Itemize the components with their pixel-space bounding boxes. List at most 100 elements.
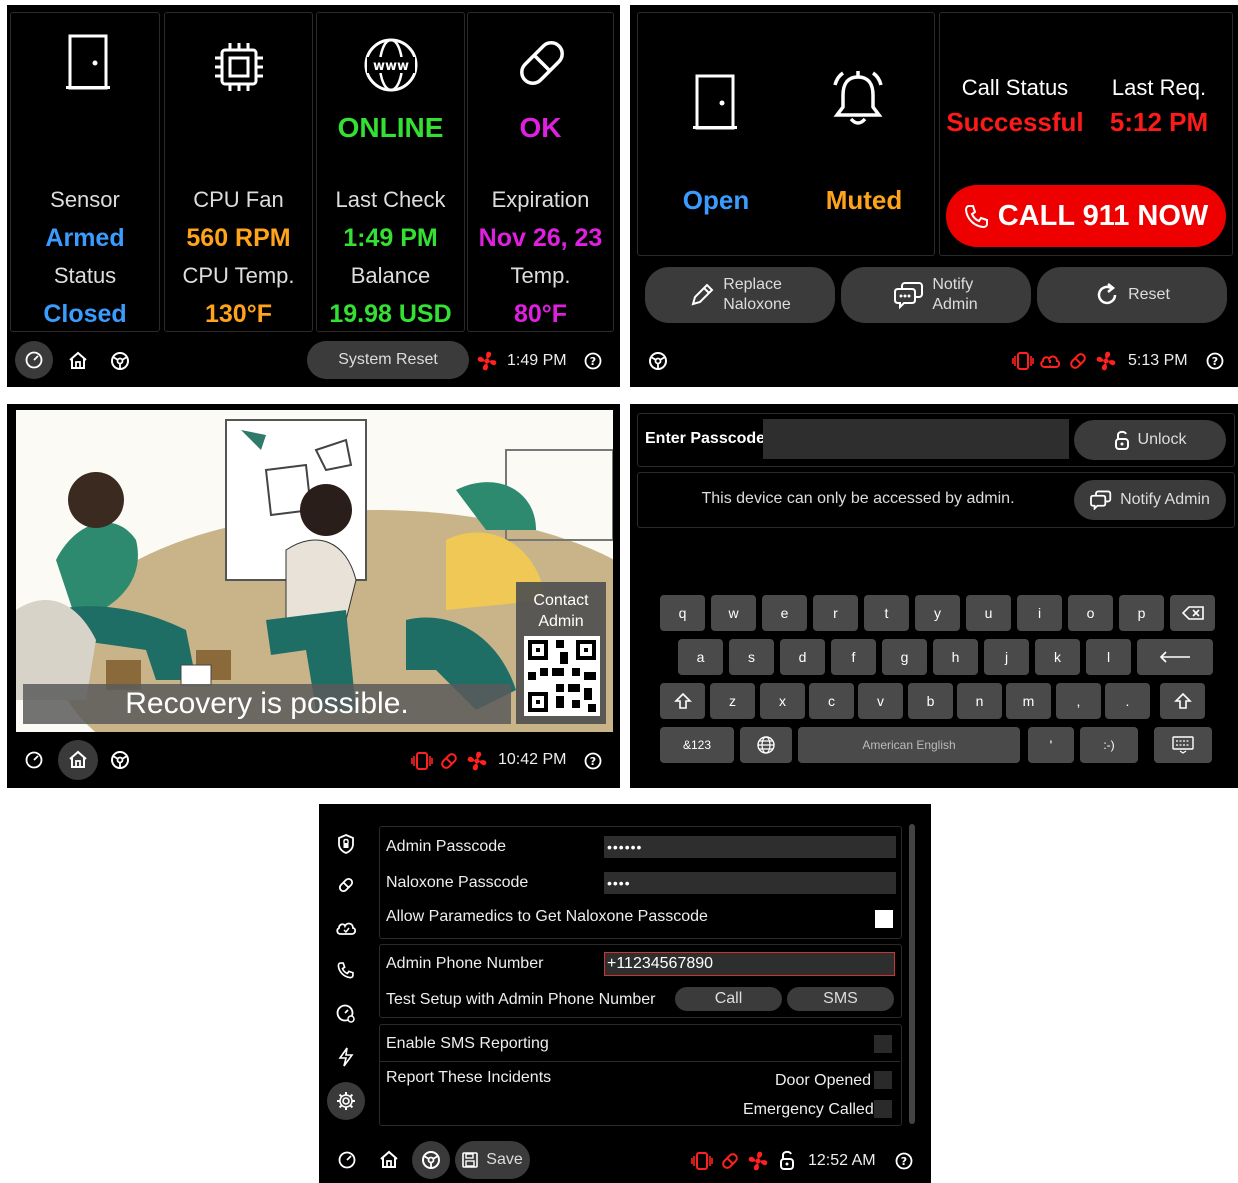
admin-phone-input[interactable]: +11234567890 — [604, 952, 895, 976]
scrollbar[interactable] — [909, 824, 915, 1124]
help-icon[interactable]: ? — [1206, 352, 1224, 370]
vibrate-alert-icon — [691, 1151, 713, 1171]
online-status: ONLINE — [337, 112, 444, 143]
admin-passcode-input[interactable]: •••••• — [604, 836, 896, 858]
globe-www-icon: www — [363, 37, 419, 93]
lightning-icon[interactable] — [338, 1047, 354, 1067]
phone-icon[interactable] — [337, 961, 355, 979]
allow-paramedics-checkbox[interactable] — [875, 910, 893, 928]
key-x[interactable]: x — [760, 683, 805, 719]
qr-code[interactable] — [524, 636, 600, 716]
home-icon[interactable] — [379, 1150, 399, 1169]
call-911-button[interactable]: CALL 911 NOW — [946, 185, 1226, 247]
emergency-called-checkbox[interactable] — [874, 1100, 892, 1118]
on-screen-keyboard: q w e r t y u i o p a s d f g h j k l z … — [630, 404, 1238, 788]
passcode-screen: Enter Passcode Unlock This device can on… — [630, 404, 1238, 788]
notify-admin-button[interactable]: Notify Admin — [841, 267, 1031, 323]
key-comma[interactable]: , — [1056, 683, 1101, 719]
key-u[interactable]: u — [966, 595, 1011, 631]
key-g[interactable]: g — [882, 639, 927, 675]
save-button[interactable]: Save — [455, 1141, 530, 1179]
key-k[interactable]: k — [1035, 639, 1080, 675]
key-s[interactable]: s — [729, 639, 774, 675]
backspace-key[interactable] — [1170, 595, 1215, 631]
door-icon — [693, 73, 737, 131]
home-icon[interactable] — [68, 351, 88, 370]
key-p[interactable]: p — [1119, 595, 1164, 631]
key-f[interactable]: f — [831, 639, 876, 675]
gauge-icon[interactable] — [25, 751, 43, 769]
key-w[interactable]: w — [711, 595, 756, 631]
key-m[interactable]: m — [1006, 683, 1051, 719]
key-j[interactable]: j — [984, 639, 1029, 675]
expiration-value: Nov 26, 23 — [478, 224, 603, 252]
key-b[interactable]: b — [908, 683, 953, 719]
status-value: Closed — [43, 300, 127, 328]
admin-phone-label: Admin Phone Number — [386, 955, 544, 972]
gauge-icon[interactable] — [338, 1151, 356, 1169]
steering-wheel-icon[interactable] — [110, 750, 130, 770]
key-i[interactable]: i — [1017, 595, 1062, 631]
last-check-value: 1:49 PM — [343, 224, 438, 252]
key-c[interactable]: c — [809, 683, 854, 719]
hide-keyboard-key[interactable] — [1154, 727, 1212, 763]
call-button[interactable]: Call — [675, 987, 782, 1011]
steering-wheel-icon[interactable] — [110, 351, 130, 371]
key-q[interactable]: q — [660, 595, 705, 631]
notify-label-2: Admin — [932, 296, 978, 313]
home-button[interactable] — [58, 740, 98, 780]
shift-icon — [673, 692, 692, 709]
space-key[interactable]: American English — [798, 727, 1020, 763]
system-reset-button[interactable]: System Reset — [307, 341, 469, 379]
key-z[interactable]: z — [710, 683, 755, 719]
help-icon[interactable]: ? — [584, 352, 602, 370]
shift-right-key[interactable] — [1160, 683, 1205, 719]
cloud-warning-icon — [1039, 351, 1061, 371]
naloxone-passcode-input[interactable]: •••• — [604, 872, 896, 894]
key-l[interactable]: l — [1086, 639, 1131, 675]
pill-icon[interactable] — [337, 876, 355, 894]
replace-naloxone-button[interactable]: Replace Naloxone — [645, 267, 835, 323]
key-a[interactable]: a — [678, 639, 723, 675]
reset-button[interactable]: Reset — [1037, 267, 1227, 323]
enable-sms-checkbox[interactable] — [874, 1035, 892, 1053]
help-icon[interactable]: ? — [584, 752, 602, 770]
pill-alert-icon — [720, 1151, 740, 1171]
smiley-key[interactable]: :-) — [1080, 727, 1138, 763]
shield-lock-icon[interactable] — [337, 834, 355, 854]
last-request-label: Last Req. — [1111, 75, 1207, 100]
steering-wheel-icon[interactable] — [648, 351, 668, 371]
language-key[interactable] — [740, 727, 792, 763]
sms-button[interactable]: SMS — [787, 987, 894, 1011]
key-t[interactable]: t — [864, 595, 909, 631]
key-d[interactable]: d — [780, 639, 825, 675]
key-y[interactable]: y — [915, 595, 960, 631]
key-apostrophe[interactable]: ' — [1028, 727, 1074, 763]
gauge-settings-icon[interactable] — [336, 1004, 356, 1024]
key-r[interactable]: r — [813, 595, 858, 631]
contact-admin-panel[interactable]: Contact Admin — [516, 582, 606, 724]
cloud-icon[interactable] — [335, 918, 357, 938]
advanced-settings-button[interactable] — [327, 1082, 365, 1120]
symbols-key[interactable]: &123 — [660, 727, 734, 763]
admin-settings-screen: Admin Passcode •••••• Naloxone Passcode … — [319, 804, 931, 1183]
key-o[interactable]: o — [1068, 595, 1113, 631]
contact-label-2: Admin — [538, 613, 584, 630]
caption-banner: Recovery is possible. — [23, 684, 511, 724]
key-e[interactable]: e — [762, 595, 807, 631]
key-n[interactable]: n — [957, 683, 1002, 719]
dashboard-button[interactable] — [15, 341, 53, 379]
key-h[interactable]: h — [933, 639, 978, 675]
reset-label: Reset — [1128, 286, 1170, 303]
chat-bubble-icon — [894, 282, 924, 309]
help-icon[interactable]: ? — [895, 1152, 913, 1170]
status-dashboard-screen: Sensor Armed Status Closed CPU Fan 560 R… — [7, 5, 620, 387]
admin-button[interactable] — [412, 1141, 450, 1179]
enter-key[interactable] — [1137, 639, 1213, 675]
door-opened-checkbox[interactable] — [874, 1071, 892, 1089]
status-label: Status — [53, 263, 117, 288]
shift-left-key[interactable] — [660, 683, 705, 719]
fan-icon — [466, 750, 488, 772]
key-period[interactable]: . — [1105, 683, 1150, 719]
key-v[interactable]: v — [858, 683, 903, 719]
